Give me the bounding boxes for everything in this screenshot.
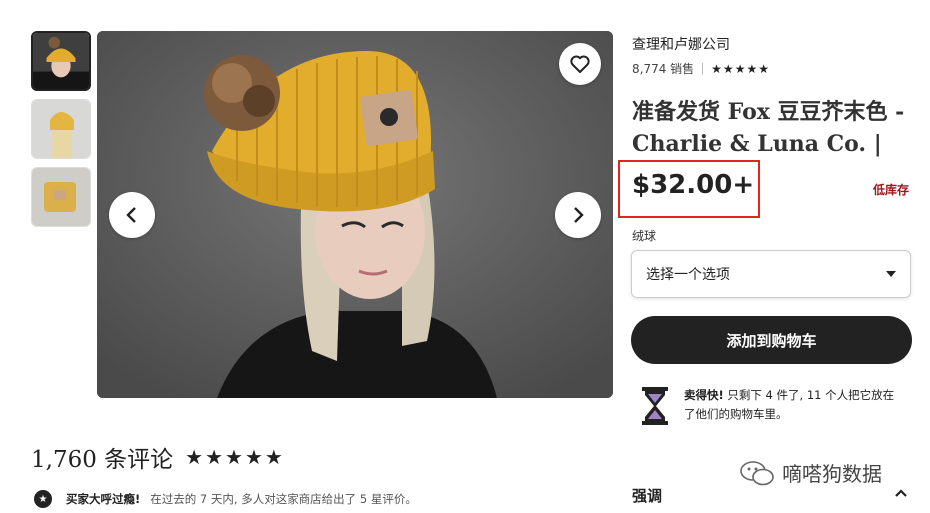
praise-text: 在过去的 7 天内, 多人对这家商店给出了 5 星评价。 (150, 492, 417, 506)
low-stock-badge: 低库存 (873, 183, 910, 197)
product-title: 准备发货 Fox 豆豆芥末色 - Charlie & Luna Co. | (632, 99, 905, 157)
shop-name-link[interactable]: 查理和卢娜公司 (632, 34, 730, 54)
review-count: 1,760 条评论 (31, 447, 174, 473)
thumbnail-2[interactable] (31, 99, 91, 159)
thumbnail-list (31, 31, 91, 235)
highlights-section-toggle[interactable]: 强调 (632, 485, 662, 506)
sales-count: 8,774 销售 (632, 62, 695, 76)
buyer-praise-row: ★ 买家大呼过瘾! 在过去的 7 天内, 多人对这家商店给出了 5 星评价。 (34, 490, 417, 508)
thumbnail-3-image (32, 168, 90, 226)
favorite-button[interactable] (559, 43, 601, 85)
selling-fast-text: 卖得快! 只剩下 4 件了, 11 个人把它放在了他们的购物车里。 (684, 386, 904, 426)
product-photo (97, 31, 613, 398)
watermark-text: 嘀嗒狗数据 (782, 462, 882, 486)
next-image-button[interactable] (555, 192, 601, 238)
watermark: 嘀嗒狗数据 (740, 458, 882, 487)
variation-select[interactable]: 选择一个选项 (631, 250, 911, 298)
caret-down-icon (886, 271, 896, 277)
add-to-cart-button[interactable]: 添加到购物车 (631, 316, 912, 364)
chevron-left-icon (126, 207, 136, 223)
shop-sales-row: 8,774 销售 ★★★★★ (632, 60, 770, 77)
shop-rating-stars[interactable]: ★★★★★ (711, 62, 770, 76)
reviews-heading: 1,760 条评论 ★★★★★ (31, 440, 285, 474)
star-badge-icon: ★ (34, 490, 52, 508)
variation-label: 绒球 (632, 229, 657, 243)
main-product-image (97, 31, 613, 398)
select-placeholder: 选择一个选项 (646, 267, 730, 283)
previous-image-button[interactable] (109, 192, 155, 238)
thumbnail-1-image (33, 33, 89, 89)
thumbnail-2-image (32, 100, 90, 158)
wechat-icon (740, 460, 774, 485)
thumbnail-3[interactable] (31, 167, 91, 227)
product-price: $32.00+ (632, 170, 755, 200)
thumbnail-1[interactable] (31, 31, 91, 91)
selling-fast-bold: 卖得快! (684, 388, 724, 402)
heart-icon (570, 55, 590, 73)
divider (702, 62, 704, 75)
hourglass-icon (642, 387, 668, 425)
chevron-up-icon[interactable] (894, 488, 908, 498)
chevron-right-icon (574, 207, 584, 223)
review-stars: ★★★★★ (185, 445, 285, 469)
selling-fast-notice: 卖得快! 只剩下 4 件了, 11 个人把它放在了他们的购物车里。 (640, 386, 904, 426)
praise-bold: 买家大呼过瘾! (66, 492, 141, 506)
